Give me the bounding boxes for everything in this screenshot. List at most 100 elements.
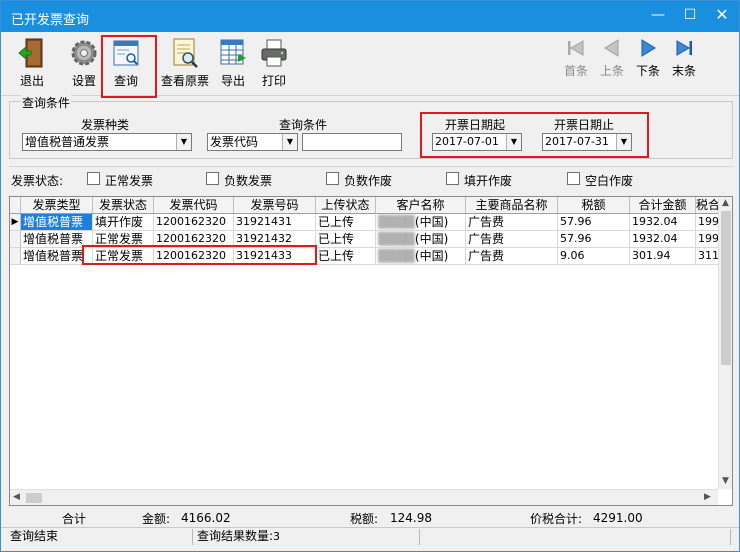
condition-field-select[interactable]: 发票代码 ▼	[207, 133, 298, 151]
cell-invoice-code[interactable]: 1200162320	[154, 214, 234, 231]
arrow-left-icon	[604, 39, 619, 57]
dropdown-arrow-icon: ▼	[176, 134, 191, 150]
arrow-right-icon	[641, 39, 656, 57]
condition-label: 查询条件	[279, 118, 328, 132]
status-option-issued-void: 填开作废	[464, 174, 513, 188]
cell-customer-name[interactable]: ▒▒▒▒(中国)	[376, 214, 466, 231]
status-checkbox-negative-void[interactable]	[326, 172, 339, 185]
status-checkbox-blank-void[interactable]	[567, 172, 580, 185]
col-header-invoice-status[interactable]: 发票状态	[93, 197, 154, 213]
row-highlight	[82, 245, 317, 265]
cell-tax-inclusive[interactable]: 199	[696, 214, 720, 231]
date-range-highlight	[420, 112, 649, 158]
col-header-invoice-code[interactable]: 发票代码	[154, 197, 234, 213]
table-row[interactable]: ▶ 增值税普票 填开作废 1200162320 31921431 已上传 ▒▒▒…	[10, 214, 720, 231]
document-magnifier-icon	[173, 38, 198, 68]
status-checkbox-negative[interactable]	[206, 172, 219, 185]
status-text: 查询结束	[7, 529, 193, 545]
cell-tax[interactable]: 57.96	[558, 231, 630, 248]
tax-value: 124.98	[390, 511, 432, 525]
col-header-tax[interactable]: 税额	[558, 197, 630, 213]
cell-main-goods[interactable]: 广告费	[466, 231, 558, 248]
redacted-text: ▒▒▒▒	[378, 215, 415, 229]
minimize-button[interactable]: —	[641, 1, 675, 31]
col-header-tax-inclusive[interactable]: 税合	[696, 197, 720, 213]
title-bar: 已开发票查询 — ☐ ✕	[1, 1, 739, 32]
view-original-button[interactable]: 查看原票	[159, 36, 211, 89]
cell-upload-status[interactable]: 已上传	[316, 248, 376, 265]
exit-door-icon	[18, 38, 43, 68]
cell-invoice-type[interactable]: 增值税普票	[21, 214, 93, 231]
settings-button[interactable]: 设置	[65, 36, 103, 89]
next-record-button[interactable]: 下条	[633, 36, 663, 79]
customer-suffix: (中国)	[414, 215, 449, 229]
scroll-up-icon[interactable]: ▲	[722, 198, 729, 208]
export-button[interactable]: 导出	[215, 36, 251, 89]
col-header-total-amount[interactable]: 合计金额	[630, 197, 696, 213]
scroll-left-icon[interactable]: ◀	[13, 492, 20, 502]
status-option-normal: 正常发票	[105, 174, 154, 188]
scroll-right-icon[interactable]: ▶	[704, 492, 711, 502]
total-label: 价税合计:	[530, 512, 583, 526]
vertical-scrollbar[interactable]: ▲ ▼	[718, 197, 732, 489]
close-button[interactable]: ✕	[705, 1, 739, 31]
status-option-blank-void: 空白作废	[585, 174, 634, 188]
status-checkbox-normal[interactable]	[87, 172, 100, 185]
cell-main-goods[interactable]: 广告费	[466, 248, 558, 265]
cell-invoice-status[interactable]: 填开作废	[93, 214, 154, 231]
col-header-invoice-number[interactable]: 发票号码	[234, 197, 316, 213]
export-sheet-icon	[220, 39, 246, 65]
printer-icon	[261, 39, 287, 67]
prev-record-button[interactable]: 上条	[597, 36, 627, 79]
vertical-scroll-thumb[interactable]	[721, 211, 731, 365]
col-header-upload-status[interactable]: 上传状态	[316, 197, 376, 213]
status-checkbox-issued-void[interactable]	[446, 172, 459, 185]
total-value: 4291.00	[593, 511, 643, 525]
horizontal-scroll-thumb[interactable]	[26, 493, 42, 503]
print-button[interactable]: 打印	[257, 36, 291, 89]
skip-last-icon	[676, 40, 692, 56]
cell-tax-inclusive[interactable]: 199	[696, 231, 720, 248]
redacted-text: ▒▒▒▒	[378, 249, 415, 263]
invoice-type-label: 发票种类	[81, 118, 130, 132]
result-count-label: 查询结果数量:	[197, 529, 274, 543]
scroll-down-icon[interactable]: ▼	[722, 476, 729, 486]
grid-header: 发票类型 发票状态 发票代码 发票号码 上传状态 客户名称 主要商品名称 税额 …	[10, 197, 720, 214]
result-count: 查询结果数量:3	[194, 529, 420, 545]
cell-total-amount[interactable]: 1932.04	[630, 231, 696, 248]
last-record-button[interactable]: 末条	[669, 36, 699, 79]
tax-label: 税额:	[350, 512, 379, 526]
cell-upload-status[interactable]: 已上传	[316, 214, 376, 231]
row-header	[10, 231, 21, 248]
invoice-type-select[interactable]: 增值税普通发票 ▼	[22, 133, 192, 151]
cell-tax-inclusive[interactable]: 311	[696, 248, 720, 265]
cell-main-goods[interactable]: 广告费	[466, 214, 558, 231]
cell-upload-status[interactable]: 已上传	[316, 231, 376, 248]
first-record-button[interactable]: 首条	[561, 36, 591, 79]
invoice-status-label: 发票状态:	[11, 174, 64, 188]
col-header-invoice-type[interactable]: 发票类型	[21, 197, 93, 213]
cell-tax[interactable]: 57.96	[558, 214, 630, 231]
amount-value: 4166.02	[181, 511, 231, 525]
maximize-button[interactable]: ☐	[673, 1, 707, 31]
horizontal-scrollbar[interactable]: ◀ ▶	[10, 489, 718, 505]
col-header-customer-name[interactable]: 客户名称	[376, 197, 466, 213]
status-option-negative-void: 负数作废	[344, 174, 393, 188]
invoice-query-window: 已开发票查询 — ☐ ✕ 退出 设置 查询 查看原票 导出 打印 首条 上条 下…	[0, 0, 740, 552]
cell-total-amount[interactable]: 301.94	[630, 248, 696, 265]
cell-tax[interactable]: 9.06	[558, 248, 630, 265]
status-bar: 查询结束 查询结果数量:3	[1, 527, 739, 545]
cell-total-amount[interactable]: 1932.04	[630, 214, 696, 231]
cell-customer-name[interactable]: ▒▒▒▒(中国)	[376, 231, 466, 248]
status-option-negative: 负数发票	[224, 174, 273, 188]
col-header-main-goods[interactable]: 主要商品名称	[466, 197, 558, 213]
cell-customer-name[interactable]: ▒▒▒▒(中国)	[376, 248, 466, 265]
condition-field-value: 发票代码	[210, 135, 259, 149]
invoice-status-filter: 发票状态: 正常发票 负数发票 负数作废 填开作废 空白作废	[9, 166, 733, 192]
condition-value-input[interactable]	[302, 133, 402, 151]
query-button-highlight	[101, 35, 157, 98]
totals-label: 合计	[62, 512, 87, 526]
invoice-type-value: 增值税普通发票	[25, 135, 110, 149]
cell-invoice-number[interactable]: 31921431	[234, 214, 316, 231]
exit-button[interactable]: 退出	[13, 36, 51, 89]
